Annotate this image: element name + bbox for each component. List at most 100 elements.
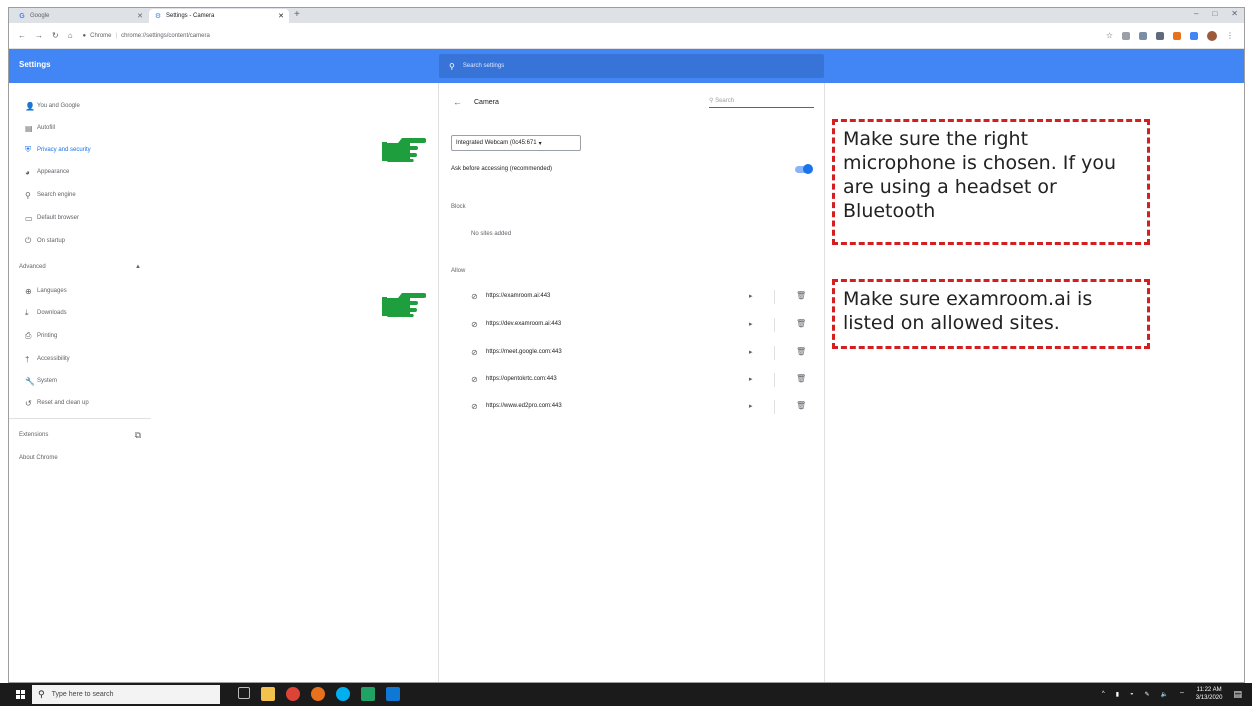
chrome-icon[interactable] bbox=[286, 687, 300, 701]
card-header: ← Camera bbox=[453, 97, 499, 107]
pen-icon[interactable]: ✎ bbox=[1145, 691, 1150, 698]
sidebar-item-privacy-and-security[interactable]: ⛨ Privacy and security bbox=[9, 142, 157, 158]
printer-icon: ⎙ bbox=[25, 331, 32, 340]
sidebar-advanced-toggle[interactable]: Advanced ▲ bbox=[9, 259, 141, 275]
new-tab-button[interactable]: + bbox=[294, 9, 300, 20]
sidebar-item-system[interactable]: 🔧 System bbox=[9, 373, 157, 389]
search-icon: ⚲ bbox=[449, 61, 455, 71]
shield-icon: ⛨ bbox=[25, 145, 31, 154]
sidebar-item-you-and-google[interactable]: 👤 You and Google bbox=[9, 98, 157, 114]
maximize-button[interactable]: □ bbox=[1212, 9, 1217, 18]
close-icon[interactable]: ✕ bbox=[137, 12, 143, 20]
camera-search-input[interactable]: ⚲ Search bbox=[709, 97, 814, 108]
back-icon[interactable]: ← bbox=[18, 31, 26, 40]
sidebar-item-about-chrome[interactable]: About Chrome bbox=[19, 455, 58, 461]
window-controls: – □ ✕ bbox=[1194, 9, 1238, 18]
allowed-site-row[interactable]: ⊘ https://dev.examroom.ai:443 ▸ 🗑 bbox=[439, 314, 826, 336]
trash-icon[interactable]: 🗑 bbox=[796, 319, 806, 328]
chevron-right-icon[interactable]: ▸ bbox=[749, 402, 753, 410]
clock[interactable]: 11:22 AM 3/13/2020 bbox=[1196, 686, 1223, 702]
extension-icon[interactable] bbox=[1139, 31, 1147, 40]
search-placeholder: Search settings bbox=[462, 63, 505, 69]
menu-icon[interactable]: ⋮ bbox=[1226, 31, 1234, 40]
minimize-button[interactable]: – bbox=[1194, 9, 1198, 18]
trash-icon[interactable]: 🗑 bbox=[796, 374, 806, 383]
sidebar-item-languages[interactable]: ⊕ Languages bbox=[9, 283, 157, 299]
task-view-icon[interactable] bbox=[238, 687, 250, 699]
sidebar-item-label: System bbox=[37, 378, 58, 384]
trash-icon[interactable]: 🗑 bbox=[796, 291, 806, 300]
sidebar-item-search-engine[interactable]: ⚲ Search engine bbox=[9, 187, 157, 203]
chevron-right-icon[interactable]: ▸ bbox=[749, 375, 753, 383]
address-bar[interactable]: ● Chrome | chrome://settings/content/cam… bbox=[83, 29, 210, 43]
camera-device-select[interactable]: Integrated Webcam (0c45:671 ▾ bbox=[451, 135, 581, 151]
trash-icon[interactable]: 🗑 bbox=[796, 401, 806, 410]
tab-strip: G Google ✕ ⚙ Settings - Camera ✕ + – □ ✕ bbox=[9, 8, 1244, 23]
chevron-right-icon[interactable]: ▸ bbox=[749, 292, 753, 300]
divider bbox=[774, 400, 775, 414]
sidebar-item-printing[interactable]: ⎙ Printing bbox=[9, 328, 157, 344]
sidebar-item-accessibility[interactable]: † Accessibility bbox=[9, 351, 157, 367]
file-explorer-icon[interactable] bbox=[261, 687, 275, 701]
extension-icon[interactable] bbox=[1190, 31, 1198, 40]
sidebar-item-reset-and-clean-up[interactable]: ↺ Reset and clean up bbox=[9, 395, 157, 411]
close-icon[interactable]: ✕ bbox=[278, 12, 284, 20]
volume-icon[interactable]: 🔈 bbox=[1161, 691, 1168, 698]
divider bbox=[774, 373, 775, 387]
search-icon: ⚲ bbox=[25, 190, 31, 200]
home-icon[interactable]: ⌂ bbox=[68, 31, 73, 40]
avatar[interactable] bbox=[1207, 30, 1217, 41]
forward-icon[interactable]: → bbox=[35, 31, 43, 40]
wifi-icon[interactable]: ⌔ bbox=[1179, 690, 1185, 698]
sidebar-item-extensions[interactable]: Extensions ⧉ bbox=[9, 427, 141, 443]
close-window-button[interactable]: ✕ bbox=[1231, 9, 1238, 18]
sidebar-item-on-startup[interactable]: ⏻ On startup bbox=[9, 233, 157, 249]
windows-start-icon[interactable] bbox=[16, 690, 25, 699]
allowed-site-row[interactable]: ⊘ https://meet.google.com:443 ▸ 🗑 bbox=[439, 342, 826, 364]
tab-google[interactable]: G Google ✕ bbox=[13, 9, 148, 23]
camera-settings-card: ← Camera ⚲ Search Integrated Webcam (0c4… bbox=[438, 83, 826, 682]
tab-settings-camera[interactable]: ⚙ Settings - Camera ✕ bbox=[149, 9, 289, 23]
sidebar-item-default-browser[interactable]: ▭ Default browser bbox=[9, 210, 157, 226]
address-site: Chrome bbox=[90, 32, 112, 39]
sidebar-item-autofill[interactable]: ▤ Autofill bbox=[9, 120, 157, 136]
excel-icon[interactable] bbox=[361, 687, 375, 701]
globe-icon: ⊘ bbox=[471, 348, 478, 357]
google-g-icon: G bbox=[19, 12, 25, 20]
sidebar-item-label: Privacy and security bbox=[37, 147, 91, 153]
block-section-label: Block bbox=[451, 204, 466, 210]
accessibility-icon: † bbox=[25, 354, 30, 364]
battery-icon[interactable]: ▮ bbox=[1116, 691, 1119, 698]
allowed-site-row[interactable]: ⊘ https://opentokrtc.com:443 ▸ 🗑 bbox=[439, 369, 826, 391]
settings-search-input[interactable]: ⚲ Search settings bbox=[439, 54, 824, 78]
ask-before-accessing-toggle[interactable] bbox=[795, 164, 813, 174]
allowed-site-row[interactable]: ⊘ https://www.ed2pro.com:443 ▸ 🗑 bbox=[439, 396, 826, 418]
sidebar-item-label: Languages bbox=[37, 288, 67, 294]
skype-icon[interactable] bbox=[336, 687, 350, 701]
reload-icon[interactable]: ↻ bbox=[52, 31, 59, 40]
palette-icon: ◕ bbox=[25, 167, 30, 177]
browser-toolbar: ← → ↻ ⌂ ● Chrome | chrome://settings/con… bbox=[9, 23, 1244, 49]
chevron-right-icon[interactable]: ▸ bbox=[749, 348, 753, 356]
app-icon[interactable] bbox=[311, 687, 325, 701]
chevron-up-icon[interactable]: ^ bbox=[1102, 691, 1105, 697]
extension-icon[interactable] bbox=[1173, 31, 1181, 40]
sidebar-item-label: On startup bbox=[37, 238, 66, 244]
extension-icon[interactable] bbox=[1122, 31, 1130, 40]
settings-gear-icon: ⚙ bbox=[154, 13, 162, 20]
sidebar-item-appearance[interactable]: ◕ Appearance bbox=[9, 164, 157, 180]
taskbar-search-placeholder: Type here to search bbox=[51, 691, 114, 698]
back-arrow-icon[interactable]: ← bbox=[453, 97, 462, 107]
globe-icon: ⊘ bbox=[471, 320, 478, 329]
allowed-site-row[interactable]: ⊘ https://examroom.ai:443 ▸ 🗑 bbox=[439, 286, 826, 308]
site-url: https://dev.examroom.ai:443 bbox=[486, 321, 562, 327]
star-icon[interactable]: ☆ bbox=[1106, 31, 1113, 40]
sidebar-item-downloads[interactable]: ⤓ Downloads bbox=[9, 305, 157, 321]
taskbar-search-input[interactable]: ⚲ Type here to search bbox=[32, 685, 220, 704]
trash-icon[interactable]: 🗑 bbox=[796, 347, 806, 356]
notification-icon[interactable]: ▤ bbox=[1233, 689, 1242, 700]
chevron-right-icon[interactable]: ▸ bbox=[749, 320, 753, 328]
outlook-icon[interactable] bbox=[386, 687, 400, 701]
network-icon[interactable]: ◒ bbox=[1130, 691, 1134, 697]
extension-icon[interactable] bbox=[1156, 31, 1164, 40]
